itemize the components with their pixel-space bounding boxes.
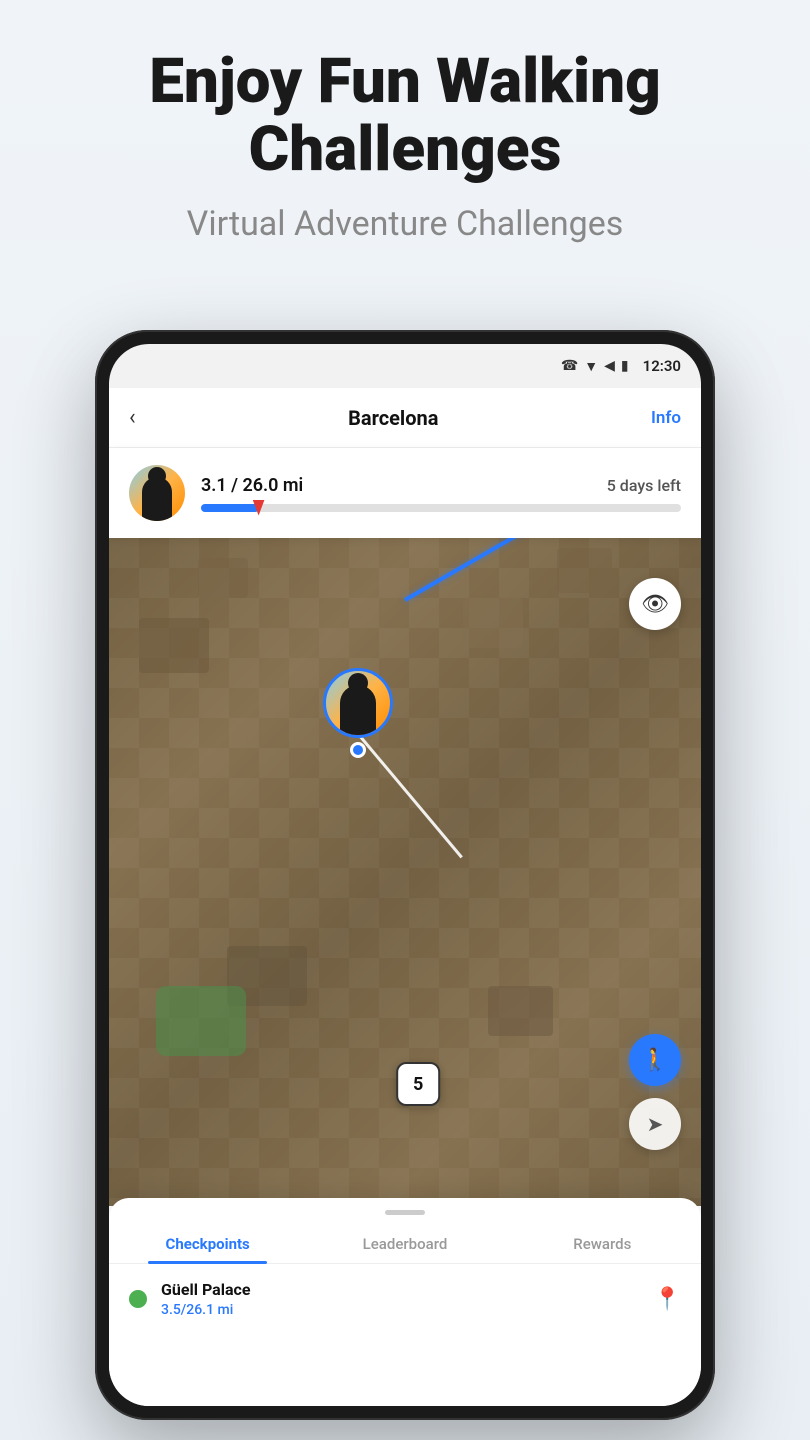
avatar bbox=[129, 465, 185, 521]
status-icons: ☎ ▼ ◀ ▮ 12:30 bbox=[561, 357, 681, 375]
building-block-1 bbox=[198, 558, 248, 598]
checkpoint-status-dot bbox=[129, 1290, 147, 1308]
building-block-3 bbox=[463, 598, 523, 648]
progress-card: 3.1 / 26.0 mi 5 days left bbox=[109, 448, 701, 538]
app-bar: ‹ Barcelona Info bbox=[109, 388, 701, 448]
header-section: Enjoy Fun Walking Challenges Virtual Adv… bbox=[0, 0, 810, 277]
main-title: Enjoy Fun Walking Challenges bbox=[60, 48, 750, 184]
tab-checkpoints[interactable]: Checkpoints bbox=[109, 1225, 306, 1263]
drag-handle bbox=[385, 1210, 425, 1215]
wifi-icon: ▼ bbox=[584, 358, 598, 375]
eye-button[interactable]: 👁 bbox=[629, 578, 681, 630]
info-button[interactable]: Info bbox=[651, 408, 681, 428]
avatar-silhouette bbox=[142, 477, 172, 521]
checkpoint-badge-number: 5 bbox=[413, 1074, 423, 1095]
status-time: 12:30 bbox=[643, 357, 681, 375]
building-block-2 bbox=[139, 618, 209, 673]
bottom-panel: Checkpoints Leaderboard Rewards Güell Pa… bbox=[109, 1198, 701, 1406]
status-bar: ☎ ▼ ◀ ▮ 12:30 bbox=[109, 344, 701, 388]
sub-title: Virtual Adventure Challenges bbox=[60, 202, 750, 246]
map-area[interactable]: 👁 🚶 ➤ 5 bbox=[109, 538, 701, 1206]
signal-icon: ◀ bbox=[604, 358, 615, 374]
back-button[interactable]: ‹ bbox=[129, 405, 136, 430]
tab-leaderboard[interactable]: Leaderboard bbox=[306, 1225, 503, 1263]
checkpoint-name: Güell Palace bbox=[161, 1280, 640, 1299]
phone-frame: ☎ ▼ ◀ ▮ 12:30 ‹ Barcelona Info 3.1 / 26.… bbox=[95, 330, 715, 1420]
battery-icon: ▮ bbox=[621, 358, 629, 374]
map-avatar-pin bbox=[350, 742, 366, 758]
phone-screen: ☎ ▼ ◀ ▮ 12:30 ‹ Barcelona Info 3.1 / 26.… bbox=[109, 344, 701, 1406]
person-icon: 🚶 bbox=[641, 1048, 668, 1073]
days-left: 5 days left bbox=[607, 476, 681, 495]
phone-icon: ☎ bbox=[561, 358, 578, 374]
distance-row: 3.1 / 26.0 mi 5 days left bbox=[201, 475, 681, 496]
location-pin-icon: 📍 bbox=[654, 1287, 681, 1312]
map-background: 👁 🚶 ➤ 5 bbox=[109, 538, 701, 1206]
progress-bar-fill bbox=[201, 504, 259, 512]
map-avatar-marker bbox=[323, 668, 393, 758]
person-button[interactable]: 🚶 bbox=[629, 1034, 681, 1086]
map-avatar-outer bbox=[323, 668, 393, 738]
park-area bbox=[156, 986, 246, 1056]
progress-info: 3.1 / 26.0 mi 5 days left bbox=[201, 475, 681, 512]
progress-bar-container bbox=[201, 504, 681, 512]
checkpoint-distance: 3.5/26.1 mi bbox=[161, 1302, 640, 1318]
checkpoint-content: Güell Palace 3.5/26.1 mi bbox=[161, 1280, 640, 1318]
tab-rewards[interactable]: Rewards bbox=[504, 1225, 701, 1263]
tabs: Checkpoints Leaderboard Rewards bbox=[109, 1225, 701, 1264]
checkpoint-badge: 5 bbox=[396, 1062, 440, 1106]
building-block-5 bbox=[557, 548, 612, 593]
compass-button[interactable]: ➤ bbox=[629, 1098, 681, 1150]
building-block-6 bbox=[488, 986, 553, 1036]
eye-icon: 👁 bbox=[641, 592, 669, 617]
distance-text: 3.1 / 26.0 mi bbox=[201, 475, 303, 496]
compass-icon: ➤ bbox=[647, 1112, 664, 1136]
checkpoint-item[interactable]: Güell Palace 3.5/26.1 mi 📍 bbox=[109, 1264, 701, 1334]
screen-title: Barcelona bbox=[348, 406, 438, 430]
